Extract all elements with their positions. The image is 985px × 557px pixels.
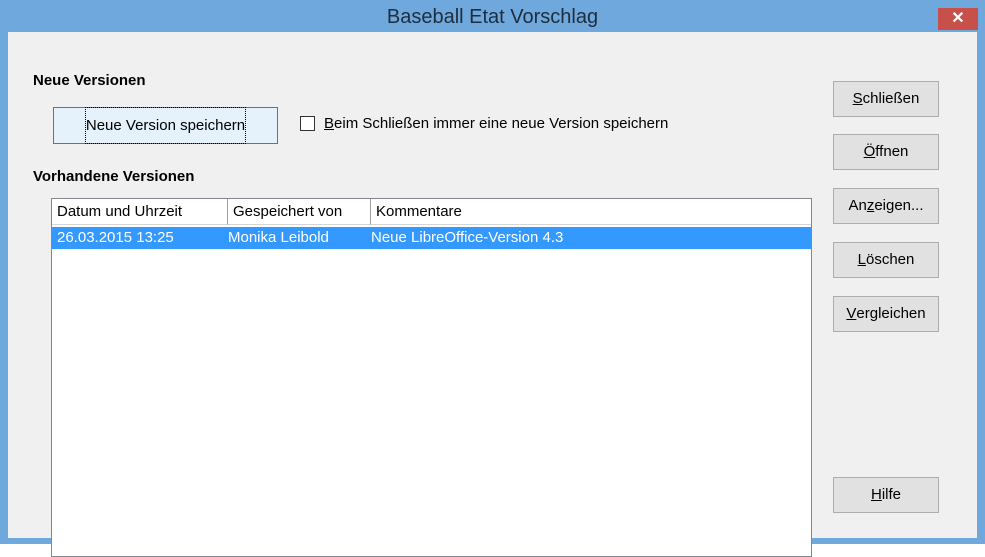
cell-comment: Neue LibreOffice-Version 4.3 [371,229,564,246]
always-save-checkbox[interactable] [300,116,315,131]
close-label: chließen [862,90,920,107]
cell-saved-by: Monika Leibold [228,229,329,246]
section-heading-existing-versions: Vorhandene Versionen [33,168,195,185]
always-save-checkbox-label[interactable]: Beim Schließen immer eine neue Version s… [324,115,668,132]
open-label: ffnen [875,143,909,160]
show-button[interactable]: Anzeigen... [833,188,939,224]
open-button[interactable]: Öffnen [833,134,939,170]
dialog-window: Baseball Etat Vorschlag ✕ Neue Versionen… [0,0,985,557]
window-title: Baseball Etat Vorschlag [386,6,599,28]
compare-label: ergleichen [856,305,926,322]
close-button[interactable]: Schließen [833,81,939,117]
delete-accesskey: L [857,251,866,268]
delete-label: öschen [865,251,915,268]
help-accesskey: H [870,486,882,503]
help-label: ilfe [881,486,902,503]
show-accesskey: z [866,197,875,214]
section-heading-new-versions: Neue Versionen [33,72,146,89]
column-header-date[interactable]: Datum und Uhrzeit [52,199,228,225]
title-bar[interactable]: Baseball Etat Vorschlag ✕ [0,0,985,32]
close-accesskey: S [852,90,863,107]
close-icon[interactable]: ✕ [938,8,978,30]
show-label-pre: An [848,197,867,214]
versions-list[interactable]: Datum und Uhrzeit Gespeichert von Kommen… [51,198,812,557]
open-accesskey: Ö [863,143,876,160]
column-header-comments[interactable]: Kommentare [371,199,811,225]
column-header-saved-by[interactable]: Gespeichert von [228,199,371,225]
always-save-accesskey: B [324,115,335,132]
save-new-version-label: Neue Version speichern [84,107,247,144]
compare-accesskey: V [846,305,857,322]
delete-button[interactable]: Löschen [833,242,939,278]
table-row[interactable]: 26.03.2015 13:25 Monika Leibold Neue Lib… [52,227,811,249]
always-save-label-text: eim Schließen immer eine neue Version sp… [334,115,669,132]
compare-button[interactable]: Vergleichen [833,296,939,332]
show-label: eigen... [874,197,924,214]
cell-date: 26.03.2015 13:25 [57,229,174,246]
save-new-version-button[interactable]: Neue Version speichern [53,107,278,144]
help-button[interactable]: Hilfe [833,477,939,513]
dialog-body: Neue Versionen Neue Version speichern Be… [8,32,977,557]
